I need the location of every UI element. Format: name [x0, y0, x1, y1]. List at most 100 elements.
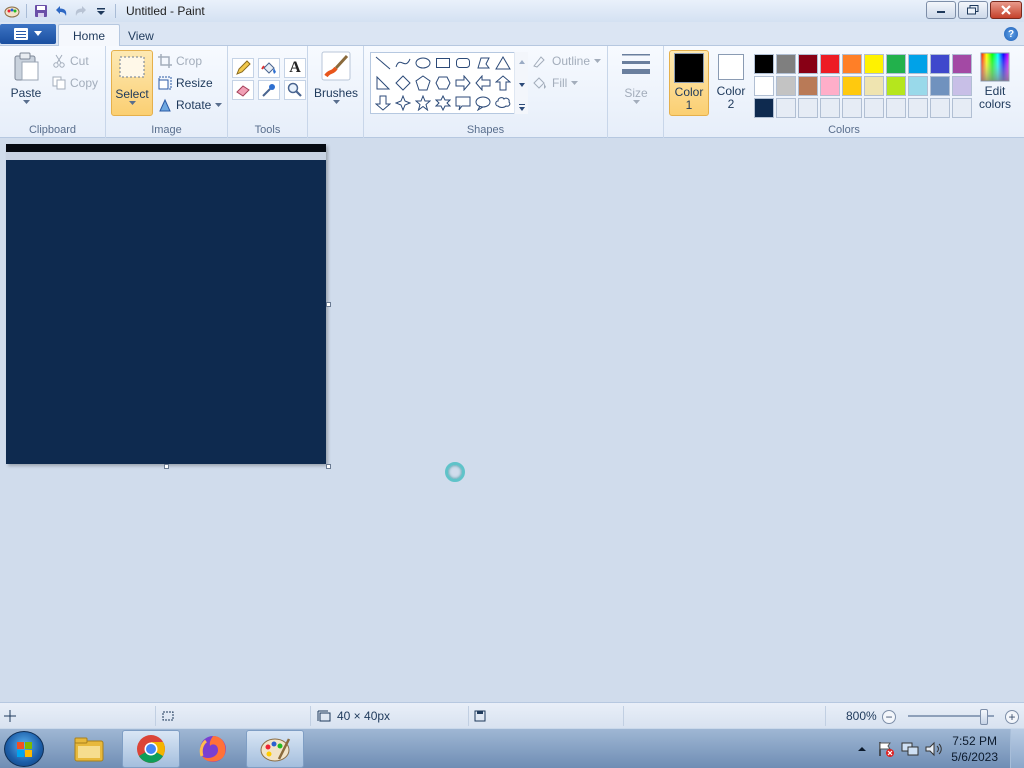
palette-color-swatch[interactable]: [842, 76, 862, 96]
drawing-canvas[interactable]: [6, 144, 326, 464]
minimize-button[interactable]: [926, 1, 956, 19]
rectangle-shape-icon[interactable]: [433, 53, 453, 73]
palette-color-swatch[interactable]: [754, 54, 774, 74]
palette-color-swatch[interactable]: [930, 76, 950, 96]
five-point-star-shape-icon[interactable]: [413, 93, 433, 113]
zoom-slider-thumb[interactable]: [979, 709, 988, 725]
palette-color-swatch[interactable]: [798, 76, 818, 96]
palette-empty-swatch[interactable]: [864, 98, 884, 118]
action-center-flag-icon[interactable]: [876, 740, 896, 758]
pencil-icon[interactable]: [232, 58, 254, 78]
fill-icon[interactable]: [258, 58, 280, 78]
customize-dropdown-icon[interactable]: [91, 1, 111, 21]
undo-icon[interactable]: [51, 1, 71, 21]
palette-color-swatch[interactable]: [776, 76, 796, 96]
up-arrow-shape-icon[interactable]: [493, 73, 513, 93]
palette-color-swatch[interactable]: [798, 54, 818, 74]
resize-handle-bottom[interactable]: [164, 464, 169, 469]
save-icon[interactable]: [31, 1, 51, 21]
tab-view[interactable]: View: [114, 24, 168, 47]
palette-color-swatch[interactable]: [864, 76, 884, 96]
eraser-icon[interactable]: [232, 80, 254, 100]
pentagon-shape-icon[interactable]: [413, 73, 433, 93]
palette-color-swatch[interactable]: [886, 54, 906, 74]
text-icon[interactable]: A: [284, 58, 306, 78]
color2-button[interactable]: Color 2: [711, 50, 751, 116]
paint-menu-button[interactable]: [0, 24, 56, 44]
palette-color-swatch[interactable]: [776, 54, 796, 74]
shapes-scrollbar[interactable]: [514, 52, 528, 114]
size-button[interactable]: Size: [616, 50, 656, 116]
close-button[interactable]: [990, 1, 1022, 19]
restore-button[interactable]: [958, 1, 988, 19]
oval-shape-icon[interactable]: [413, 53, 433, 73]
taskbar-firefox[interactable]: [184, 730, 242, 768]
palette-empty-swatch[interactable]: [908, 98, 928, 118]
volume-icon[interactable]: [924, 740, 944, 758]
palette-color-swatch[interactable]: [820, 76, 840, 96]
right-arrow-shape-icon[interactable]: [453, 73, 473, 93]
taskbar-chrome[interactable]: [122, 730, 180, 768]
palette-empty-swatch[interactable]: [930, 98, 950, 118]
palette-color-swatch[interactable]: [908, 54, 928, 74]
palette-empty-swatch[interactable]: [952, 98, 972, 118]
oval-callout-shape-icon[interactable]: [473, 93, 493, 113]
help-icon[interactable]: ?: [1004, 27, 1018, 41]
cloud-callout-shape-icon[interactable]: [493, 93, 513, 113]
show-hidden-icons-icon[interactable]: [854, 741, 870, 757]
redo-icon[interactable]: [71, 1, 91, 21]
left-arrow-shape-icon[interactable]: [473, 73, 493, 93]
four-point-star-shape-icon[interactable]: [393, 93, 413, 113]
polygon-shape-icon[interactable]: [473, 53, 493, 73]
rounded-rectangle-shape-icon[interactable]: [453, 53, 473, 73]
palette-color-swatch[interactable]: [886, 76, 906, 96]
taskbar-file-explorer[interactable]: [60, 730, 118, 768]
fill-button[interactable]: Fill: [532, 74, 579, 92]
crop-button[interactable]: Crop: [158, 52, 202, 70]
edit-colors-button[interactable]: Edit colors: [974, 50, 1016, 116]
brushes-button[interactable]: Brushes: [314, 50, 358, 116]
palette-color-swatch[interactable]: [820, 54, 840, 74]
tab-home[interactable]: Home: [58, 24, 121, 47]
rotate-button[interactable]: Rotate: [158, 96, 223, 114]
network-icon[interactable]: [900, 740, 920, 758]
show-desktop-button[interactable]: [1010, 729, 1024, 768]
canvas-workspace[interactable]: [0, 138, 1024, 702]
taskbar-clock[interactable]: 7:52 PM 5/6/2023: [951, 733, 998, 765]
curve-shape-icon[interactable]: [393, 53, 413, 73]
palette-color-swatch[interactable]: [754, 76, 774, 96]
select-button[interactable]: Select: [111, 50, 153, 116]
palette-color-swatch[interactable]: [930, 54, 950, 74]
line-shape-icon[interactable]: [373, 53, 393, 73]
taskbar-paint[interactable]: [246, 730, 304, 768]
zoom-in-button[interactable]: +: [1005, 710, 1019, 724]
start-button[interactable]: [4, 731, 44, 767]
right-triangle-shape-icon[interactable]: [373, 73, 393, 93]
magnifier-icon[interactable]: [284, 80, 306, 100]
palette-color-swatch[interactable]: [842, 54, 862, 74]
palette-empty-swatch[interactable]: [842, 98, 862, 118]
six-point-star-shape-icon[interactable]: [433, 93, 453, 113]
resize-handle-corner[interactable]: [326, 464, 331, 469]
triangle-shape-icon[interactable]: [493, 53, 513, 73]
paste-button[interactable]: Paste: [6, 50, 46, 116]
zoom-out-button[interactable]: −: [882, 710, 896, 724]
hexagon-shape-icon[interactable]: [433, 73, 453, 93]
resize-button[interactable]: Resize: [158, 74, 213, 92]
cut-button[interactable]: Cut: [52, 52, 89, 70]
copy-button[interactable]: Copy: [52, 74, 98, 92]
palette-empty-swatch[interactable]: [886, 98, 906, 118]
palette-color-swatch[interactable]: [952, 76, 972, 96]
down-arrow-shape-icon[interactable]: [373, 93, 393, 113]
resize-handle-right[interactable]: [326, 302, 331, 307]
diamond-shape-icon[interactable]: [393, 73, 413, 93]
palette-empty-swatch[interactable]: [798, 98, 818, 118]
outline-button[interactable]: Outline: [532, 52, 602, 70]
palette-color-swatch[interactable]: [864, 54, 884, 74]
palette-empty-swatch[interactable]: [820, 98, 840, 118]
palette-color-swatch[interactable]: [908, 76, 928, 96]
color1-button[interactable]: Color 1: [669, 50, 709, 116]
palette-color-swatch[interactable]: [952, 54, 972, 74]
color-picker-icon[interactable]: [258, 80, 280, 100]
palette-color-swatch[interactable]: [754, 98, 774, 118]
